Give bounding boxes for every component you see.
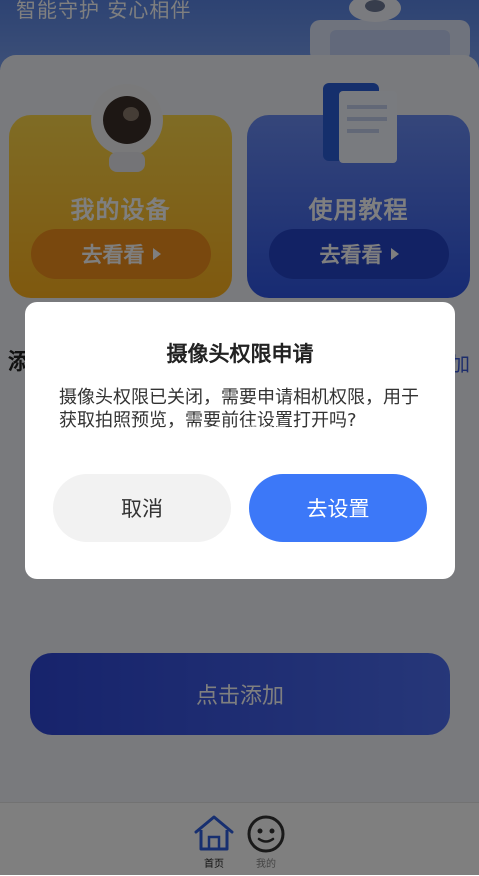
watermark-brand: K73 [176, 424, 224, 449]
dialog-title: 摄像头权限申请 [166, 342, 314, 366]
cancel-label: 取消 [121, 497, 163, 521]
app-screen: 智能守护 安心相伴 我的设备 去看看 使用教程 [0, 0, 479, 876]
go-to-settings-button[interactable]: 去设置 [249, 474, 427, 542]
watermark-site: 游戏之家 [246, 426, 286, 437]
cancel-button[interactable]: 取消 [53, 474, 231, 542]
watermark-domain: .com [236, 440, 264, 451]
confirm-label: 去设置 [306, 497, 370, 521]
watermark-logo: K73 游戏之家 .com [176, 424, 306, 454]
